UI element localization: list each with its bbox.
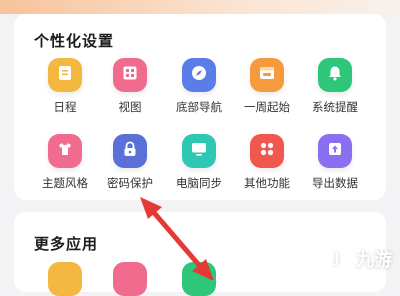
week-start-button[interactable] <box>250 58 284 92</box>
bottom-nav-label: 底部导航 <box>176 100 222 114</box>
bell-icon <box>326 64 344 86</box>
calendar-list-icon <box>56 64 74 86</box>
monitor-icon <box>190 140 208 162</box>
system-reminder-label: 系统提醒 <box>312 100 358 114</box>
theme-style-label: 主题风格 <box>42 176 88 190</box>
view-label: 视图 <box>118 100 142 114</box>
week-start-label: 一周起始 <box>244 100 290 114</box>
site-watermark: J 九游 <box>322 244 392 274</box>
watermark-text: 九游 <box>356 250 392 271</box>
pc-sync-button[interactable] <box>182 134 216 168</box>
export-data-label: 导出数据 <box>312 176 358 190</box>
theme-style-button[interactable] <box>48 134 82 168</box>
password-protect-button[interactable] <box>113 134 147 168</box>
more-app-item[interactable] <box>48 262 82 296</box>
other-features-button[interactable] <box>250 134 284 168</box>
lock-icon <box>121 140 139 162</box>
export-data-button[interactable] <box>318 134 352 168</box>
more-app-item[interactable] <box>182 262 216 296</box>
apps-icon <box>258 140 276 162</box>
tshirt-icon <box>56 140 74 162</box>
more-app-item[interactable] <box>113 262 147 296</box>
bottom-nav-button[interactable] <box>182 58 216 92</box>
grid-view-icon <box>121 64 139 86</box>
compass-icon <box>190 64 208 86</box>
jiuyou-logo-icon: J <box>322 244 352 274</box>
pc-sync-label: 电脑同步 <box>176 176 222 190</box>
password-protect-label: 密码保护 <box>107 176 153 190</box>
top-banner-strip <box>0 0 400 14</box>
other-features-label: 其他功能 <box>244 176 290 190</box>
schedule-label: 日程 <box>53 100 77 114</box>
section-title: 更多应用 <box>34 235 99 253</box>
view-button[interactable] <box>113 58 147 92</box>
export-icon <box>326 140 344 162</box>
week-start-icon <box>258 64 276 86</box>
schedule-button[interactable] <box>48 58 82 92</box>
system-reminder-button[interactable] <box>318 58 352 92</box>
section-title: 个性化设置 <box>34 32 115 50</box>
